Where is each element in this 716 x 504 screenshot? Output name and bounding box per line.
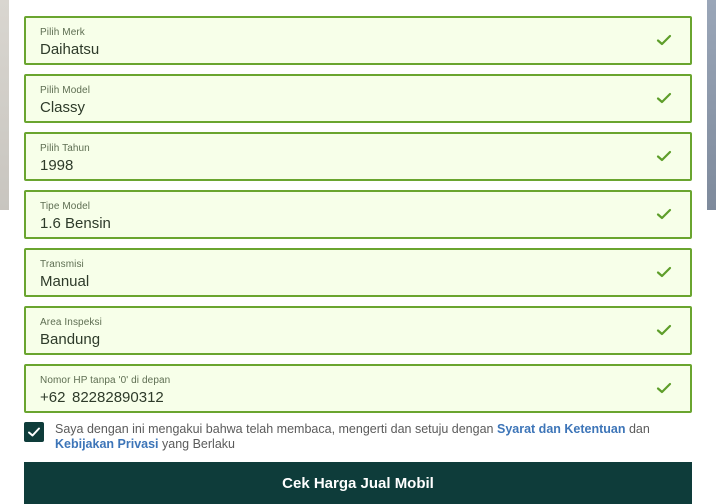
background-image-left (0, 0, 9, 210)
terms-link[interactable]: Syarat dan Ketentuan (497, 422, 626, 436)
agreement-text-part2: dan (628, 422, 650, 436)
model-type-label: Tipe Model (40, 201, 91, 212)
model-label: Pilih Model (40, 85, 91, 96)
brand-select[interactable]: Pilih Merk Daihatsu (24, 16, 692, 65)
check-icon (656, 208, 672, 220)
transmission-label: Transmisi (40, 259, 84, 270)
check-icon (656, 266, 672, 278)
brand-value: Daihatsu (40, 41, 100, 58)
agreement-checkbox[interactable] (24, 422, 44, 442)
brand-label: Pilih Merk (40, 27, 85, 38)
check-price-button[interactable]: Cek Harga Jual Mobil (24, 462, 692, 504)
model-select[interactable]: Pilih Model Classy (24, 74, 692, 123)
background-image-right (707, 0, 716, 210)
phone-field: Nomor HP tanpa '0' di depan +62 (24, 364, 692, 413)
privacy-policy-link[interactable]: Kebijakan Privasi (55, 437, 159, 451)
inspection-area-select[interactable]: Area Inspeksi Bandung (24, 306, 692, 355)
agreement-text-part1: Saya dengan ini mengakui bahwa telah mem… (55, 422, 494, 436)
model-type-select[interactable]: Tipe Model 1.6 Bensin (24, 190, 692, 239)
transmission-select[interactable]: Transmisi Manual (24, 248, 692, 297)
agreement-row: Saya dengan ini mengakui bahwa telah mem… (24, 421, 696, 457)
check-icon (656, 92, 672, 104)
inspection-area-label: Area Inspeksi (40, 317, 102, 328)
phone-country-prefix: +62 (40, 389, 66, 406)
checkbox-checked-icon (28, 427, 40, 437)
check-icon (656, 150, 672, 162)
transmission-value: Manual (40, 273, 90, 290)
model-value: Classy (40, 99, 86, 116)
sell-car-form: Pilih Merk Daihatsu Pilih Model Classy P… (9, 0, 707, 504)
phone-input[interactable] (72, 387, 372, 407)
check-icon (656, 34, 672, 46)
agreement-text: Saya dengan ini mengakui bahwa telah mem… (55, 422, 700, 452)
year-label: Pilih Tahun (40, 143, 90, 154)
inspection-area-value: Bandung (40, 331, 101, 348)
year-value: 1998 (40, 157, 74, 174)
phone-label: Nomor HP tanpa '0' di depan (40, 375, 171, 386)
model-type-value: 1.6 Bensin (40, 215, 111, 232)
agreement-text-part3: yang Berlaku (162, 437, 235, 451)
check-icon (656, 324, 672, 336)
check-icon (656, 382, 672, 394)
year-select[interactable]: Pilih Tahun 1998 (24, 132, 692, 181)
